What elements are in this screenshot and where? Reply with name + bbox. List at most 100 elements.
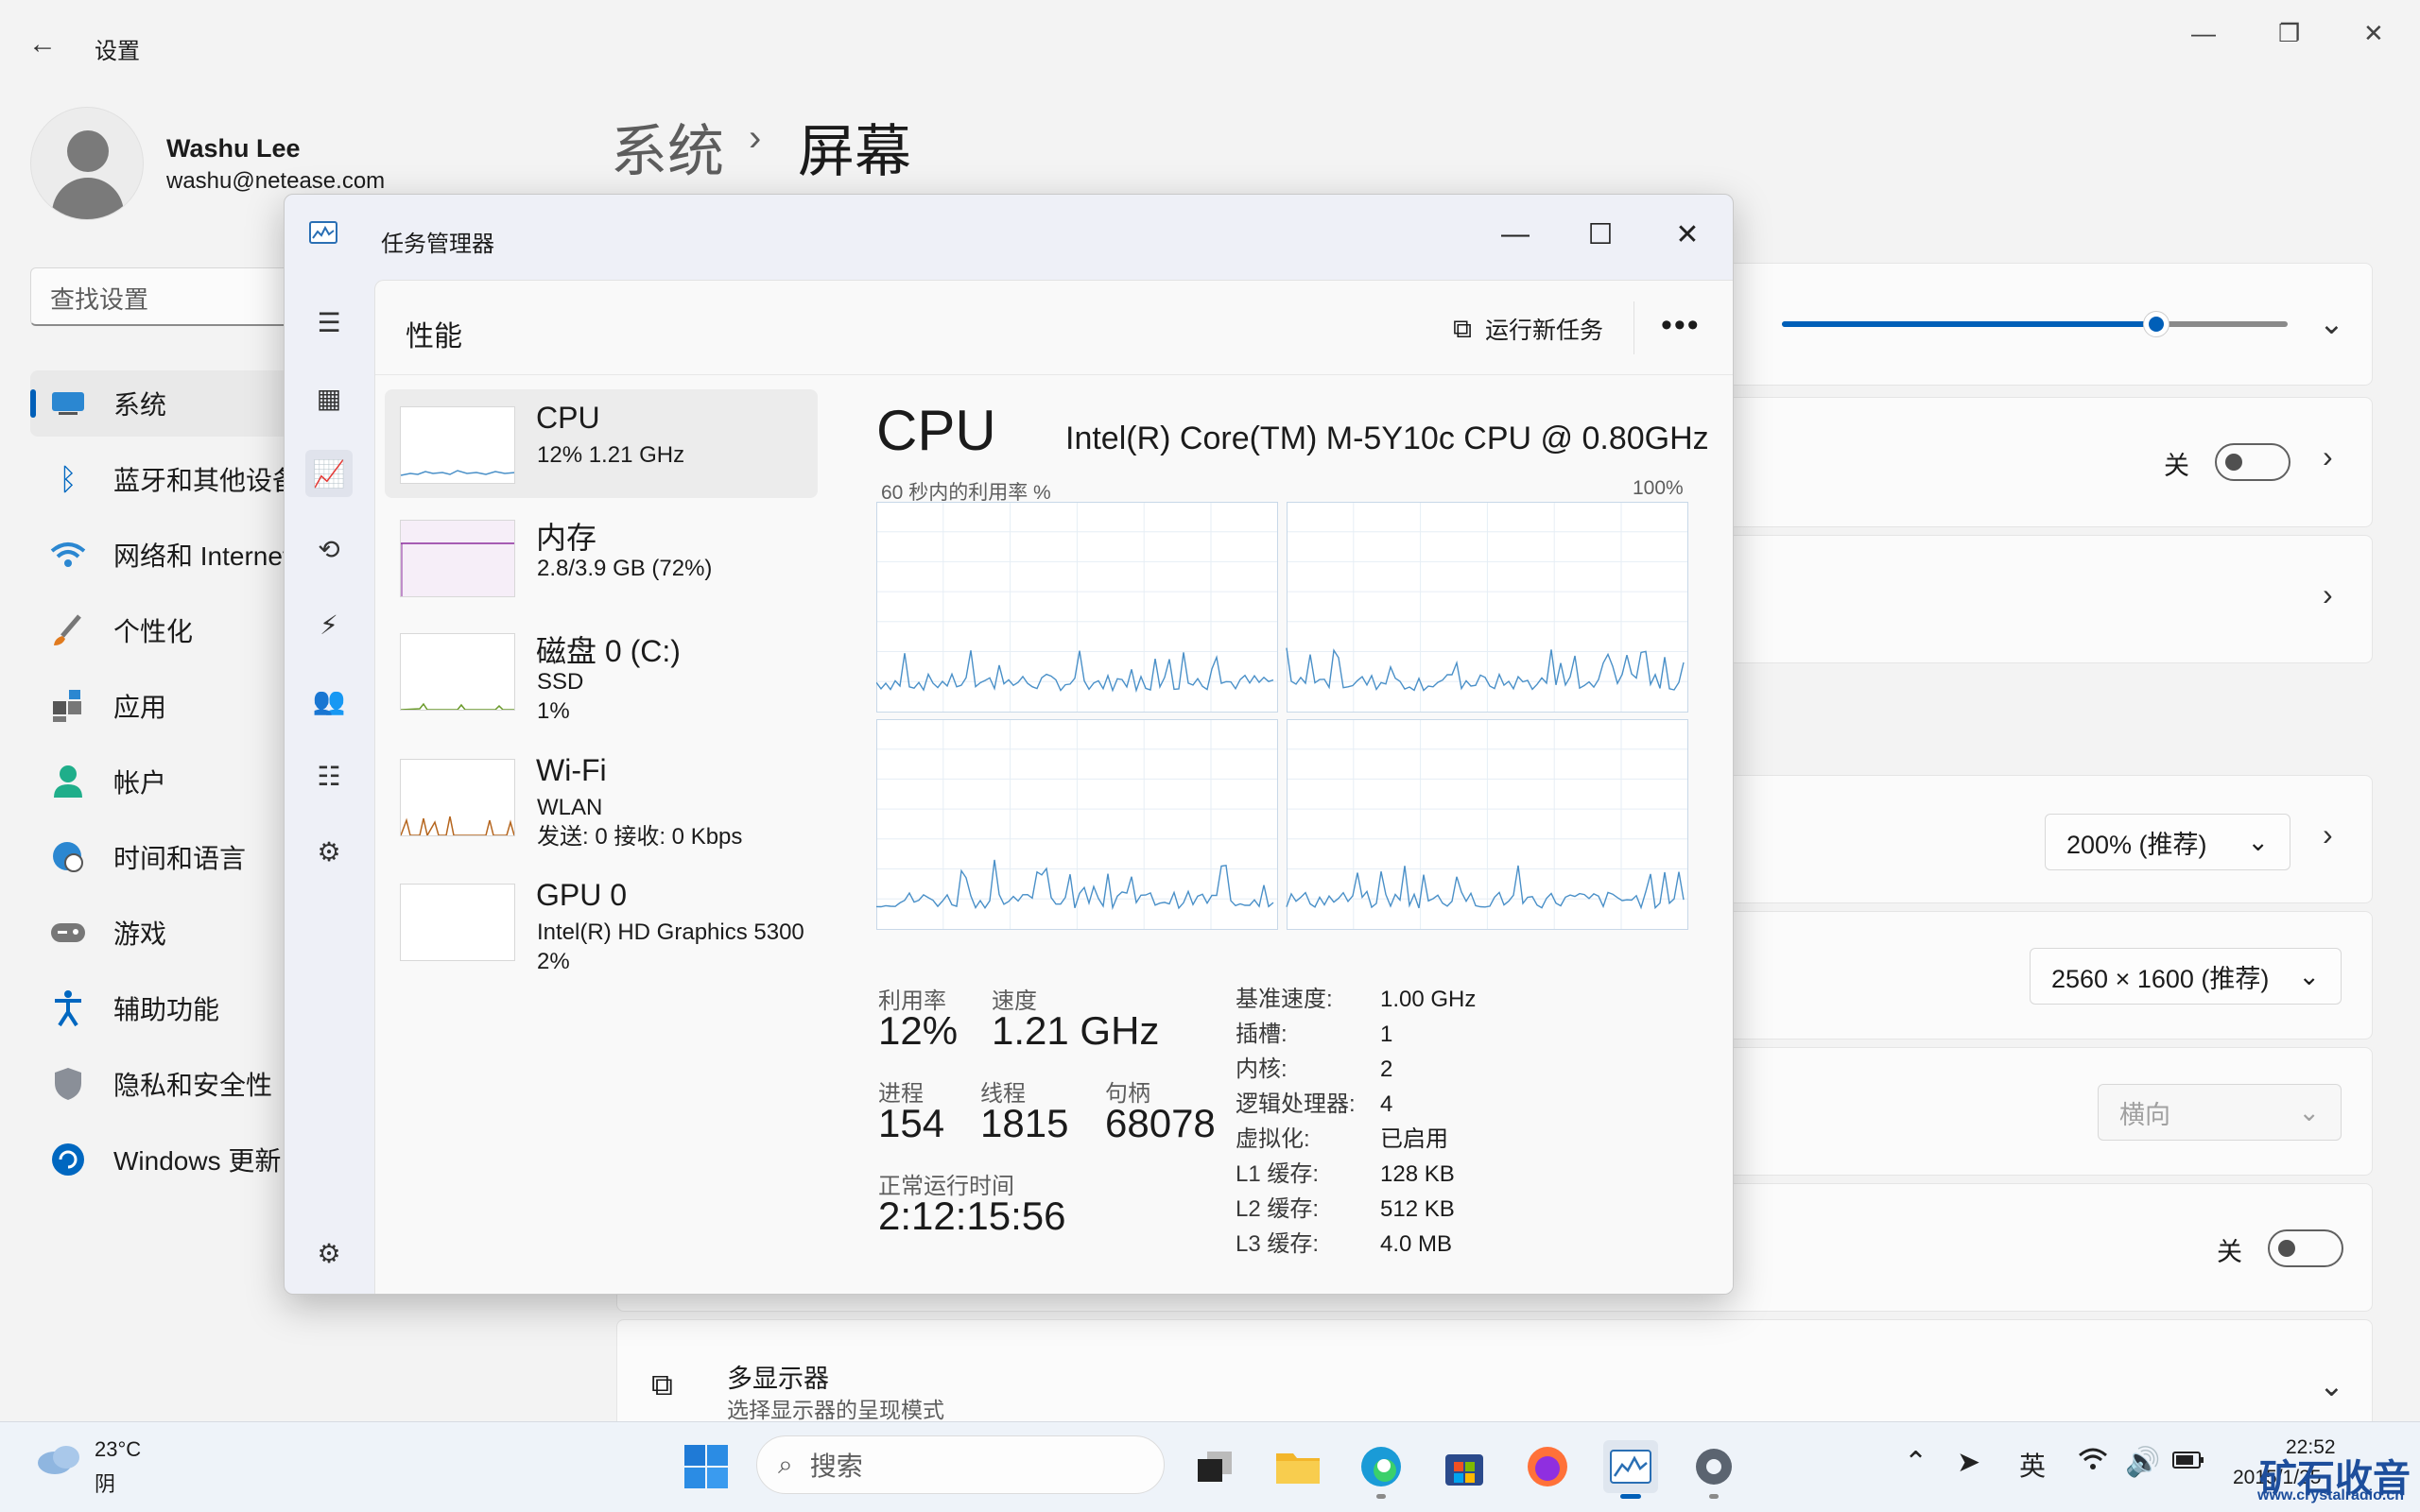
accessibility-icon bbox=[49, 989, 87, 1027]
settings-title: 设置 bbox=[95, 39, 140, 64]
performance-pane: 性能 ⧉ 运行新任务 ••• CPU 12% 1.21 GHz 内存 2.8/3.… bbox=[374, 280, 1733, 1294]
tm-minimize-button[interactable]: — bbox=[1478, 206, 1553, 263]
task-view-icon[interactable] bbox=[1187, 1440, 1242, 1493]
sidebar-item-network[interactable]: 网络和 Internet bbox=[30, 522, 314, 588]
wifi-status-icon[interactable] bbox=[2078, 1446, 2108, 1480]
sidebar-item-apps[interactable]: 应用 bbox=[30, 673, 314, 739]
apps-icon bbox=[49, 687, 87, 725]
brightness-slider-thumb[interactable] bbox=[2142, 311, 2169, 337]
resolution-value: 2560 × 1600 (推荐) bbox=[2051, 964, 2270, 993]
avatar[interactable] bbox=[30, 107, 144, 220]
scale-select[interactable]: 200% (推荐) ⌄ bbox=[2045, 814, 2290, 870]
sidebar-item-accessibility[interactable]: 辅助功能 bbox=[30, 975, 314, 1041]
sidebar-item-bluetooth[interactable]: ᛒ 蓝牙和其他设备 bbox=[30, 446, 314, 512]
more-options-icon[interactable]: ••• bbox=[1661, 307, 1701, 344]
cloudy-weather-icon[interactable] bbox=[34, 1442, 85, 1481]
volume-icon[interactable]: 🔊 bbox=[2125, 1446, 2160, 1479]
resolution-select[interactable]: 2560 × 1600 (推荐) ⌄ bbox=[2030, 948, 2342, 1005]
toggle-switch[interactable] bbox=[2215, 443, 2290, 481]
show-hidden-icons-chevron-icon[interactable]: ⌃ bbox=[1904, 1446, 1927, 1479]
toggle-switch[interactable] bbox=[2268, 1229, 2343, 1267]
chevron-right-icon[interactable]: › bbox=[2323, 439, 2333, 474]
microsoft-store-icon[interactable] bbox=[1437, 1440, 1492, 1493]
back-arrow-icon[interactable]: ← bbox=[28, 28, 57, 60]
cpu-heading: CPU bbox=[876, 399, 996, 462]
sidebar-item-privacy[interactable]: 隐私和安全性 bbox=[30, 1051, 314, 1117]
toggle-state-label: 关 bbox=[2217, 1238, 2242, 1266]
resource-detail: 12% 1.21 GHz bbox=[537, 442, 685, 468]
edge-browser-icon[interactable] bbox=[1354, 1440, 1409, 1493]
sidebar-item-label: 帐户 bbox=[113, 768, 167, 798]
handle-value: 68078 bbox=[1105, 1101, 1216, 1145]
speed-value: 1.21 GHz bbox=[992, 1008, 1160, 1053]
sidebar-item-gaming[interactable]: 游戏 bbox=[30, 900, 314, 966]
multi-display-title: 多显示器 bbox=[727, 1365, 829, 1393]
sidebar-item-windows-update[interactable]: Windows 更新 bbox=[30, 1126, 314, 1193]
chevron-down-icon[interactable]: ⌄ bbox=[2319, 305, 2344, 341]
startup-apps-icon[interactable]: ⚡ bbox=[305, 601, 353, 648]
chevron-right-icon[interactable]: › bbox=[2323, 577, 2333, 612]
details-icon[interactable]: ☷ bbox=[305, 752, 353, 799]
minimize-button[interactable]: — bbox=[2191, 19, 2216, 48]
resource-memory[interactable]: 内存 2.8/3.9 GB (72%) bbox=[385, 503, 818, 611]
chevron-right-icon[interactable]: › bbox=[2323, 817, 2333, 852]
chevron-down-icon[interactable]: ⌄ bbox=[2319, 1367, 2344, 1403]
chevron-down-icon: ⌄ bbox=[2298, 1097, 2320, 1126]
shield-icon bbox=[49, 1065, 87, 1103]
sidebar-item-label: 个性化 bbox=[113, 617, 194, 646]
firefox-icon[interactable] bbox=[1520, 1440, 1575, 1493]
battery-icon[interactable] bbox=[2172, 1446, 2204, 1478]
weather-temp[interactable]: 23°C bbox=[95, 1437, 141, 1462]
sidebar-item-system[interactable]: 系统 bbox=[30, 370, 314, 437]
resource-name: Wi-Fi bbox=[536, 753, 607, 787]
task-manager-taskbar-icon[interactable] bbox=[1603, 1440, 1658, 1493]
performance-icon[interactable]: 📈 bbox=[305, 450, 353, 497]
brush-icon bbox=[49, 611, 87, 649]
resource-disk[interactable]: 磁盘 0 (C:) SSD 1% bbox=[385, 616, 818, 725]
task-manager-window: 任务管理器 — ☐ ✕ ☰ ▦ 📈 ⟲ ⚡ 👥 ☷ ⚙ ⚙ 性能 ⧉ 运行新任务 … bbox=[284, 194, 1734, 1295]
resource-cpu[interactable]: CPU 12% 1.21 GHz bbox=[385, 389, 818, 498]
sidebar-item-label: 网络和 Internet bbox=[113, 541, 290, 571]
resource-name: 内存 bbox=[536, 521, 597, 555]
sidebar-item-personalization[interactable]: 个性化 bbox=[30, 597, 314, 663]
run-new-task-button[interactable]: ⧉ 运行新任务 bbox=[1453, 303, 1603, 354]
tm-maximize-button[interactable]: ☐ bbox=[1563, 206, 1638, 263]
process-value: 154 bbox=[878, 1101, 945, 1145]
app-history-icon[interactable]: ⟲ bbox=[305, 525, 353, 573]
multi-display-subtitle: 选择显示器的呈现模式 bbox=[727, 1398, 944, 1422]
resource-wifi[interactable]: Wi-Fi WLAN 发送: 0 接收: 0 Kbps bbox=[385, 742, 818, 850]
account-icon bbox=[49, 763, 87, 800]
toggle-state-label: 关 bbox=[2164, 452, 2189, 480]
multi-display-card[interactable]: ⧉ 多显示器 选择显示器的呈现模式 ⌄ bbox=[616, 1319, 2373, 1425]
tm-close-button[interactable]: ✕ bbox=[1650, 206, 1725, 263]
taskbar-search-box[interactable]: ⌕ 搜索 bbox=[756, 1435, 1165, 1494]
page-title: 屏幕 bbox=[798, 120, 911, 183]
file-explorer-icon[interactable] bbox=[1270, 1440, 1325, 1493]
sidebar-item-time-language[interactable]: 时间和语言 bbox=[30, 824, 314, 890]
settings-taskbar-icon[interactable] bbox=[1686, 1440, 1741, 1493]
resource-gpu[interactable]: GPU 0 Intel(R) HD Graphics 5300 2% bbox=[385, 867, 818, 975]
sidebar-item-accounts[interactable]: 帐户 bbox=[30, 748, 314, 815]
search-label: 搜索 bbox=[809, 1452, 863, 1481]
util-value: 12% bbox=[878, 1008, 959, 1053]
weather-state[interactable]: 阴 bbox=[95, 1468, 115, 1498]
processes-icon[interactable]: ▦ bbox=[305, 374, 353, 421]
chevron-down-icon: ⌄ bbox=[2247, 827, 2269, 856]
close-button[interactable]: ✕ bbox=[2363, 19, 2384, 48]
users-icon[interactable]: 👥 bbox=[305, 677, 353, 724]
maximize-button[interactable]: ❐ bbox=[2278, 19, 2300, 48]
resource-detail: WLAN 发送: 0 接收: 0 Kbps bbox=[537, 795, 743, 850]
breadcrumb-parent[interactable]: 系统 bbox=[611, 106, 724, 188]
location-icon[interactable]: ➤ bbox=[1957, 1446, 1980, 1479]
tm-settings-icon[interactable]: ⚙ bbox=[305, 1229, 353, 1277]
ime-indicator[interactable]: 英 bbox=[2019, 1446, 2046, 1484]
globe-clock-icon bbox=[49, 838, 87, 876]
start-windows-icon[interactable] bbox=[679, 1440, 734, 1493]
sidebar-item-label: 游戏 bbox=[113, 919, 167, 949]
resource-detail: 2.8/3.9 GB (72%) bbox=[537, 556, 713, 581]
resource-name: GPU 0 bbox=[536, 878, 628, 912]
hamburger-menu-icon[interactable]: ☰ bbox=[305, 299, 353, 346]
thread-value: 1815 bbox=[980, 1101, 1069, 1145]
services-icon[interactable]: ⚙ bbox=[305, 828, 353, 875]
active-indicator bbox=[1620, 1494, 1641, 1499]
